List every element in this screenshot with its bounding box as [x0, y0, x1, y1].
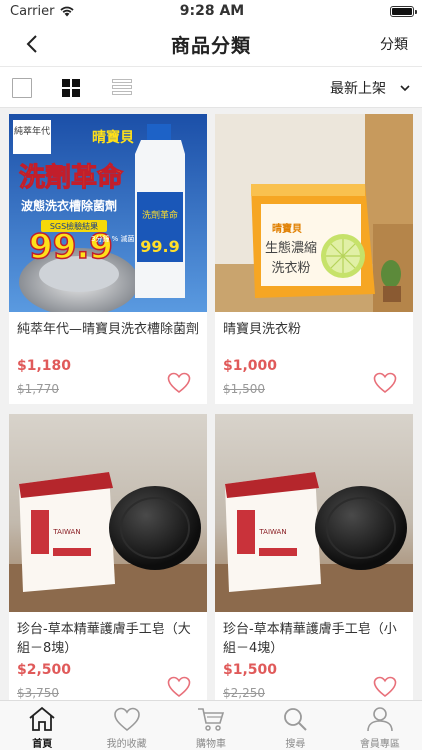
product-price: $1,180: [17, 358, 72, 374]
product-price: $2,500: [17, 662, 72, 678]
product-price: $1,000: [223, 358, 278, 374]
svg-text:99.9: 99.9: [140, 237, 179, 256]
soap-logo-text: TAIWAN: [258, 528, 286, 536]
product-card[interactable]: TAIWAN 珍台-草本精華護膚手工皂（小組－4塊） $1,500 $2,250: [215, 414, 413, 700]
page-title: 商品分類: [170, 34, 251, 57]
product-original-price: $1,770: [17, 382, 59, 396]
product-name: 晴寶貝洗衣粉: [223, 322, 302, 337]
tab-label: 搜尋: [285, 739, 306, 750]
number-text: 99.9: [29, 227, 113, 267]
brand-tag-text: 純萃年代: [14, 125, 50, 137]
product-image: TAIWAN: [215, 414, 413, 612]
product-image: 晴寶貝 生態濃縮 洗衣粉: [215, 114, 413, 312]
heart-icon[interactable]: [167, 676, 191, 698]
list-view-icon[interactable]: [112, 79, 132, 95]
status-left: Carrier: [10, 4, 130, 19]
nav-bar: 商品分類 分類: [0, 22, 422, 66]
heart-icon[interactable]: [373, 676, 397, 698]
category-button[interactable]: 分類: [380, 34, 408, 54]
product-name: 珍台-草本精華護膚手工皂（大組－8塊）: [17, 622, 191, 656]
cart-icon: [198, 708, 225, 731]
battery-icon: [390, 5, 417, 17]
headline-text: 洗劑革命: [19, 162, 124, 193]
product-grid: 純萃年代 洗劑革命 99.9 晴寶貝 洗劑革命 波態洗衣槽除菌劑 SGS檢驗結果…: [0, 108, 422, 700]
chevron-left-icon: [26, 35, 37, 53]
brand-text: 晴寶貝: [272, 222, 302, 235]
tab-bar: 首頁 我的收藏 購物車 搜尋 會員專區: [0, 700, 422, 750]
tab-label: 我的收藏: [106, 739, 147, 750]
subline-text: 波態洗衣槽除菌劑: [21, 198, 117, 213]
sort-label: 最新上架: [330, 81, 386, 97]
product-image: TAIWAN: [9, 414, 207, 612]
product-name: 珍台-草本精華護膚手工皂（小組－4塊）: [223, 622, 397, 656]
heart-icon[interactable]: [167, 372, 191, 394]
product-original-price: $1,500: [223, 382, 265, 396]
sub-text: 3分鐘 % 滅菌: [91, 234, 135, 243]
tab-home[interactable]: 首頁: [0, 701, 84, 750]
line1-text: 生態濃縮: [265, 240, 317, 256]
status-time: 9:28 AM: [179, 3, 245, 19]
tab-label: 會員專區: [359, 739, 400, 750]
user-icon: [367, 707, 393, 732]
svg-text:洗劑革命: 洗劑革命: [142, 209, 178, 221]
wifi-icon: [60, 6, 75, 17]
soap-logo-text: TAIWAN: [52, 528, 80, 536]
line2-text: 洗衣粉: [271, 260, 310, 276]
grid-view-icon[interactable]: [62, 79, 80, 97]
brand-text: 晴寶貝: [92, 129, 134, 146]
tab-search[interactable]: 搜尋: [253, 701, 337, 750]
status-bar: Carrier 9:28 AM: [0, 0, 422, 22]
tab-favorites[interactable]: 我的收藏: [84, 701, 168, 750]
product-image: 純萃年代 洗劑革命 99.9 晴寶貝 洗劑革命 波態洗衣槽除菌劑 SGS檢驗結果…: [9, 114, 207, 312]
tab-label: 購物車: [196, 739, 227, 750]
chevron-down-icon: [400, 85, 410, 92]
product-price: $1,500: [223, 662, 278, 678]
search-icon: [284, 708, 308, 731]
status-right: [294, 5, 417, 17]
product-name: 純萃年代—晴寶貝洗衣槽除菌劑: [17, 322, 200, 337]
heart-icon: [113, 707, 140, 732]
product-card[interactable]: 純萃年代 洗劑革命 99.9 晴寶貝 洗劑革命 波態洗衣槽除菌劑 SGS檢驗結果…: [9, 114, 207, 404]
sort-dropdown[interactable]: 最新上架: [330, 78, 410, 98]
single-view-icon[interactable]: [12, 78, 32, 98]
tab-cart[interactable]: 購物車: [169, 701, 253, 750]
product-card[interactable]: TAIWAN 珍台-草本精華護膚手工皂（大組－8塊） $2,500 $3,750: [9, 414, 207, 700]
carrier-label: Carrier: [10, 3, 55, 19]
heart-icon[interactable]: [373, 372, 397, 394]
tab-label: 首頁: [32, 739, 53, 750]
view-toolbar: 最新上架: [0, 66, 422, 108]
back-button[interactable]: [18, 30, 46, 58]
product-original-price: $3,750: [17, 686, 59, 700]
product-original-price: $2,250: [223, 686, 265, 700]
home-icon: [29, 706, 55, 731]
tab-member[interactable]: 會員專區: [338, 701, 422, 750]
product-card[interactable]: 晴寶貝 生態濃縮 洗衣粉 晴寶貝洗衣粉 $1,000 $1,500: [215, 114, 413, 404]
